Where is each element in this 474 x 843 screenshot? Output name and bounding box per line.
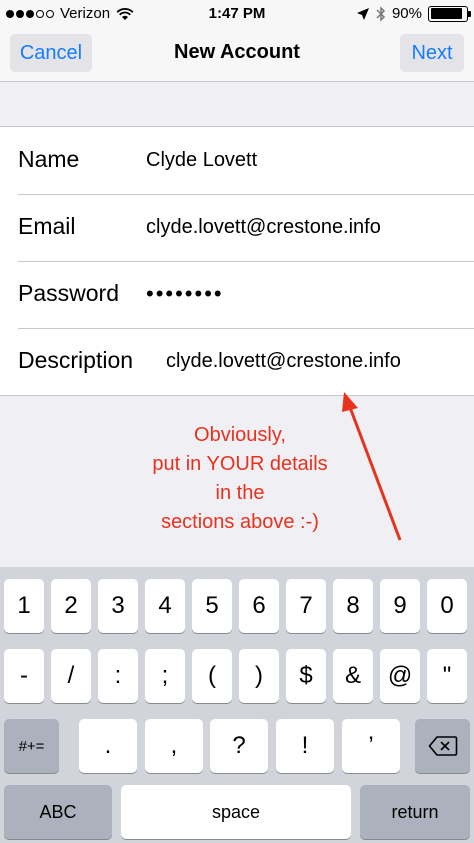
bluetooth-icon	[376, 5, 386, 22]
key-exclamation[interactable]: !	[276, 719, 334, 773]
return-key[interactable]: return	[360, 785, 470, 839]
key-dollar[interactable]: $	[286, 649, 326, 703]
name-row[interactable]: Name Clyde Lovett	[0, 127, 474, 194]
key-2[interactable]: 2	[51, 579, 91, 633]
key-open-paren[interactable]: (	[192, 649, 232, 703]
space-key[interactable]: space	[121, 785, 351, 839]
password-field[interactable]: ••••••••	[146, 281, 224, 307]
key-slash[interactable]: /	[51, 649, 91, 703]
key-1[interactable]: 1	[4, 579, 44, 633]
key-close-paren[interactable]: )	[239, 649, 279, 703]
password-label: Password	[18, 280, 119, 306]
battery-percent: 90%	[391, 5, 422, 22]
email-row[interactable]: Email clyde.lovett@crestone.info	[0, 194, 474, 261]
delete-key[interactable]	[415, 719, 470, 773]
key-comma[interactable]: ,	[145, 719, 203, 773]
description-label: Description	[18, 347, 134, 373]
key-8[interactable]: 8	[333, 579, 373, 633]
key-semicolon[interactable]: ;	[145, 649, 185, 703]
abc-key[interactable]: ABC	[4, 785, 112, 839]
email-label: Email	[18, 213, 76, 239]
key-at[interactable]: @	[380, 649, 420, 703]
key-hyphen[interactable]: -	[4, 649, 44, 703]
key-quote[interactable]: "	[427, 649, 467, 703]
description-row[interactable]: Description clyde.lovett@crestone.info	[0, 328, 474, 395]
key-apostrophe[interactable]: ’	[342, 719, 400, 773]
next-button[interactable]: Next	[400, 34, 464, 72]
key-period[interactable]: .	[79, 719, 137, 773]
location-arrow-icon	[356, 7, 369, 20]
key-3[interactable]: 3	[98, 579, 138, 633]
name-field[interactable]: Clyde Lovett	[146, 149, 257, 172]
status-right: 90%	[356, 5, 471, 22]
key-colon[interactable]: :	[98, 649, 138, 703]
password-row[interactable]: Password ••••••••	[0, 261, 474, 328]
description-field[interactable]: clyde.lovett@crestone.info	[166, 350, 401, 373]
symbols-key[interactable]: #+=	[4, 719, 59, 773]
key-7[interactable]: 7	[286, 579, 326, 633]
battery-level	[430, 8, 462, 19]
key-ampersand[interactable]: &	[333, 649, 373, 703]
key-0[interactable]: 0	[427, 579, 467, 633]
email-field[interactable]: clyde.lovett@crestone.info	[146, 216, 381, 239]
annotation-arrow-icon	[342, 392, 402, 541]
key-6[interactable]: 6	[239, 579, 279, 633]
key-4[interactable]: 4	[145, 579, 185, 633]
backspace-icon	[427, 736, 457, 756]
key-9[interactable]: 9	[380, 579, 420, 633]
navigation-bar: Cancel New Account Next	[0, 28, 474, 82]
key-question[interactable]: ?	[210, 719, 268, 773]
battery-icon	[428, 5, 471, 22]
account-form: Name Clyde Lovett Email clyde.lovett@cre…	[0, 126, 474, 396]
key-5[interactable]: 5	[192, 579, 232, 633]
name-label: Name	[18, 146, 80, 172]
status-bar: Verizon 1:47 PM 90%	[0, 0, 474, 28]
annotation-text: Obviously, put in YOUR details in the se…	[152, 424, 328, 533]
numeric-keyboard: 1 2 3 4 5 6 7 8 9 0 - / : ; ( ) $ & @ " …	[0, 567, 474, 843]
